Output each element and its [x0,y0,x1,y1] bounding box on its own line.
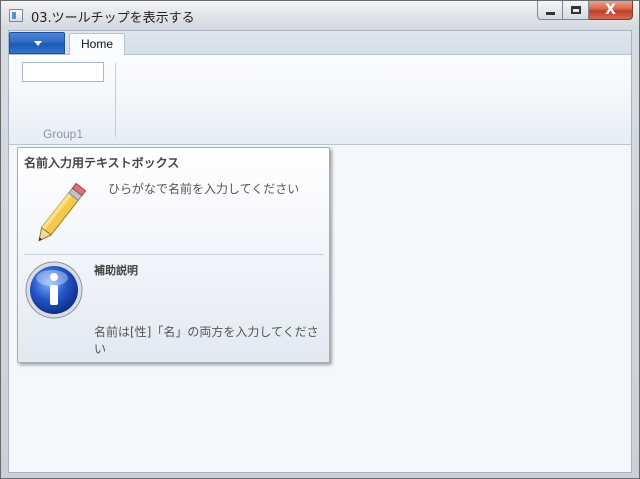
close-icon: X [605,2,616,18]
title-bar[interactable]: 03.ツールチップを表示する X [1,1,639,30]
group-label: Group1 [42,127,84,141]
ribbon-tab-bar: Home [9,31,631,56]
tooltip-title: 名前入力用テキストボックス [24,156,180,170]
application-window: 03.ツールチップを表示する X Home Group1 名前入力用テキストボッ… [0,0,640,479]
ribbon-panel: Group1 [9,55,631,145]
minimize-icon [546,12,555,15]
tooltip-popup: 名前入力用テキストボックス ひらがなで名前を入力してください 補助説明 名前は[… [17,147,330,363]
info-icon [25,261,83,319]
tab-home[interactable]: Home [69,33,125,56]
tooltip-footer-text: 名前は[性]「名」の両方を入力してください [94,325,319,356]
application-menu-button[interactable] [9,32,65,54]
group-separator [115,63,116,137]
ribbon-group-1: Group1 [13,59,115,141]
app-window-icon[interactable] [9,9,23,22]
tooltip-footer-title: 補助説明 [94,264,138,277]
pencil-icon [38,182,87,242]
name-textbox[interactable] [22,62,104,82]
maximize-button[interactable] [563,1,589,20]
tooltip-divider [24,254,324,255]
minimize-button[interactable] [537,1,563,20]
maximize-icon [571,6,581,14]
close-button[interactable]: X [589,1,633,20]
caption-buttons: X [537,1,633,21]
dropdown-arrow-icon [34,41,42,46]
tooltip-description: ひらがなで名前を入力してください [108,182,300,196]
window-title: 03.ツールチップを表示する [31,11,195,26]
